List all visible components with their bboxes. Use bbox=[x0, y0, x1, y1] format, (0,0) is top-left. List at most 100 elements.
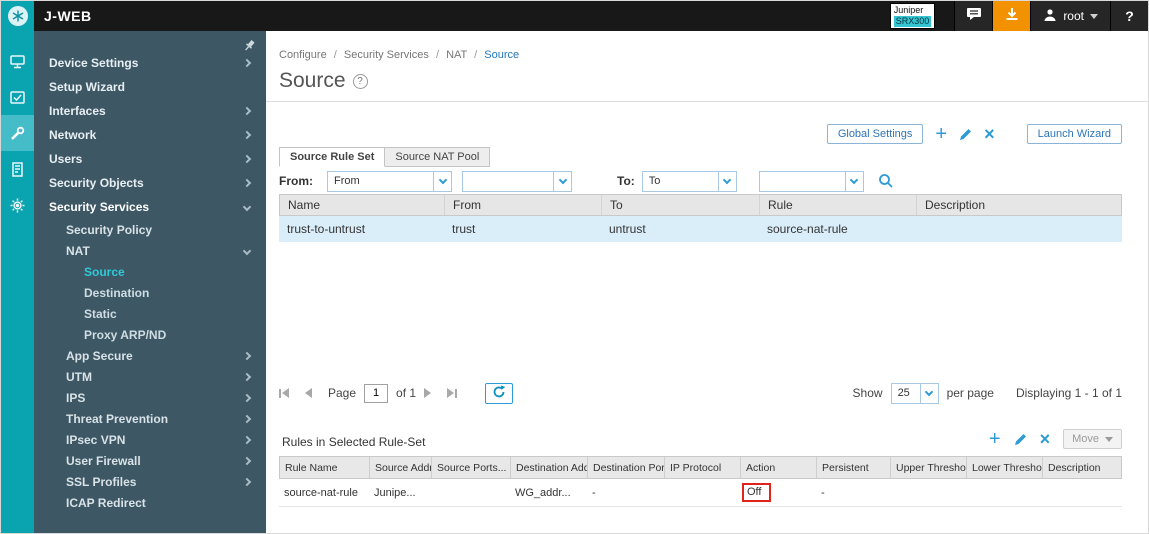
launch-wizard-button[interactable]: Launch Wizard bbox=[1026, 124, 1122, 144]
column-header-rule-name[interactable]: Rule Name bbox=[280, 457, 370, 478]
column-header-to[interactable]: To bbox=[602, 195, 760, 215]
feedback-button[interactable] bbox=[954, 1, 993, 31]
sidebar-item-users[interactable]: Users bbox=[34, 147, 266, 171]
sidebar-item-security-objects[interactable]: Security Objects bbox=[34, 171, 266, 195]
title-divider bbox=[266, 101, 1148, 102]
sidebar-item-setup-wizard[interactable]: Setup Wizard bbox=[34, 75, 266, 99]
column-header-destination-port[interactable]: Destination Port bbox=[588, 457, 665, 478]
delete-rule-icon[interactable]: × bbox=[1040, 430, 1051, 448]
first-page-button[interactable] bbox=[279, 388, 289, 398]
breadcrumb-security-services[interactable]: Security Services bbox=[344, 49, 429, 61]
sidebar-item-ssl-profiles[interactable]: SSL Profiles bbox=[34, 471, 266, 492]
sidebar-item-ipsec-vpn[interactable]: IPsec VPN bbox=[34, 429, 266, 450]
monitor-nav-icon[interactable] bbox=[1, 43, 34, 79]
column-header-persistent[interactable]: Persistent bbox=[817, 457, 891, 478]
sidebar-item-device-settings[interactable]: Device Settings bbox=[34, 51, 266, 75]
sidebar-item-utm[interactable]: UTM bbox=[34, 366, 266, 387]
page-help-icon[interactable]: ? bbox=[352, 74, 368, 89]
move-button[interactable]: Move bbox=[1063, 429, 1122, 449]
device-chip: Juniper SRX300 bbox=[890, 3, 935, 29]
topbar-right: Juniper SRX300 root ? bbox=[890, 1, 1148, 31]
help-button[interactable]: ? bbox=[1110, 1, 1148, 31]
column-header-lower-threshold[interactable]: Lower Threshold bbox=[967, 457, 1043, 478]
from-zone-select[interactable] bbox=[462, 170, 572, 192]
report-nav-icon[interactable] bbox=[1, 151, 34, 187]
user-menu[interactable]: root bbox=[1030, 1, 1110, 31]
page-number-input[interactable] bbox=[364, 383, 389, 403]
chevron-down-icon bbox=[919, 383, 938, 403]
column-header-ip-protocol[interactable]: IP Protocol bbox=[665, 457, 741, 478]
column-header-upper-threshold[interactable]: Upper Threshold bbox=[891, 457, 967, 478]
column-header-rule[interactable]: Rule bbox=[760, 195, 917, 215]
column-header-description[interactable]: Description bbox=[917, 195, 1121, 215]
tab-source-nat-pool[interactable]: Source NAT Pool bbox=[385, 147, 491, 167]
column-header-description[interactable]: Description bbox=[1043, 457, 1121, 478]
pin-icon[interactable] bbox=[243, 39, 256, 55]
sidebar-item-source[interactable]: Source bbox=[34, 261, 266, 282]
column-header-source-ports[interactable]: Source Ports... bbox=[432, 457, 511, 478]
sidebar-item-network[interactable]: Network bbox=[34, 123, 266, 147]
column-header-source-address[interactable]: Source Addre... bbox=[370, 457, 432, 478]
to-label: To: bbox=[617, 174, 635, 188]
previous-page-button[interactable] bbox=[305, 388, 312, 398]
sidebar-item-user-firewall[interactable]: User Firewall bbox=[34, 450, 266, 471]
add-rule-icon[interactable]: + bbox=[989, 429, 1001, 449]
tab-bar: Source Rule Set Source NAT Pool bbox=[279, 147, 491, 167]
add-icon[interactable]: + bbox=[935, 124, 947, 144]
sidebar-item-interfaces[interactable]: Interfaces bbox=[34, 99, 266, 123]
edit-pencil-icon[interactable] bbox=[959, 128, 972, 141]
show-label: Show bbox=[852, 386, 883, 400]
global-settings-button[interactable]: Global Settings bbox=[826, 124, 924, 144]
edit-rule-pencil-icon[interactable] bbox=[1014, 433, 1027, 446]
chevron-down-icon bbox=[844, 171, 863, 191]
sidebar-item-app-secure[interactable]: App Secure bbox=[34, 345, 266, 366]
rule-set-table: Name From To Rule Description trust-to-u… bbox=[279, 194, 1122, 242]
chevron-down-icon bbox=[1090, 13, 1098, 19]
chevron-right-icon bbox=[242, 178, 252, 188]
chevron-down-icon bbox=[433, 171, 451, 191]
to-zone-select[interactable] bbox=[758, 170, 864, 192]
main-content: Configure / Security Services / NAT / So… bbox=[266, 31, 1148, 533]
sidebar-item-proxy-arp-nd[interactable]: Proxy ARP/ND bbox=[34, 324, 266, 345]
last-page-button[interactable] bbox=[447, 388, 458, 398]
gear-nav-icon[interactable] bbox=[1, 187, 34, 223]
chevron-right-icon bbox=[242, 351, 252, 360]
tasks-nav-icon[interactable] bbox=[1, 79, 34, 115]
sidebar-item-static[interactable]: Static bbox=[34, 303, 266, 324]
sidebar-item-ips[interactable]: IPS bbox=[34, 387, 266, 408]
sidebar-item-threat-prevention[interactable]: Threat Prevention bbox=[34, 408, 266, 429]
chevron-right-icon bbox=[242, 372, 252, 381]
table-row-selected[interactable]: trust-to-untrust trust untrust source-na… bbox=[279, 216, 1122, 242]
delete-icon[interactable]: × bbox=[984, 125, 995, 143]
sidebar-item-security-services[interactable]: Security Services bbox=[34, 195, 266, 219]
column-header-name[interactable]: Name bbox=[280, 195, 445, 215]
rules-table-row[interactable]: source-nat-rule Junipe... WG_addr... - O… bbox=[279, 479, 1122, 507]
user-label: root bbox=[1063, 9, 1084, 23]
toolbar: Global Settings + × Launch Wizard bbox=[826, 124, 1122, 144]
of-pages-label: of 1 bbox=[396, 386, 417, 400]
to-select[interactable]: To bbox=[641, 170, 737, 192]
chevron-down-icon bbox=[717, 171, 736, 191]
from-select[interactable]: From bbox=[327, 170, 452, 192]
breadcrumb-configure[interactable]: Configure bbox=[279, 49, 327, 61]
column-header-action[interactable]: Action bbox=[741, 457, 817, 478]
sidebar-item-nat[interactable]: NAT bbox=[34, 240, 266, 261]
download-button[interactable] bbox=[992, 1, 1031, 31]
configure-nav-icon[interactable] bbox=[1, 115, 34, 151]
column-header-destination-address[interactable]: Destination Add... bbox=[511, 457, 588, 478]
breadcrumb: Configure / Security Services / NAT / So… bbox=[279, 49, 520, 61]
refresh-button[interactable] bbox=[485, 382, 514, 404]
sidebar-item-security-policy[interactable]: Security Policy bbox=[34, 219, 266, 240]
juniper-logo bbox=[1, 1, 34, 31]
sidebar-item-icap-redirect[interactable]: ICAP Redirect bbox=[34, 492, 266, 513]
sidebar-nav: Device Settings Setup Wizard Interfaces … bbox=[34, 31, 266, 513]
column-header-from[interactable]: From bbox=[445, 195, 602, 215]
sidebar-item-destination[interactable]: Destination bbox=[34, 282, 266, 303]
page-size-controls: Show 25 per page Displaying 1 - 1 of 1 bbox=[852, 382, 1122, 404]
search-icon[interactable] bbox=[878, 173, 894, 189]
breadcrumb-nat[interactable]: NAT bbox=[446, 49, 467, 61]
page-size-select[interactable]: 25 bbox=[890, 382, 939, 404]
next-page-button[interactable] bbox=[424, 388, 432, 398]
breadcrumb-source: Source bbox=[484, 49, 520, 61]
tab-source-rule-set[interactable]: Source Rule Set bbox=[279, 147, 386, 167]
